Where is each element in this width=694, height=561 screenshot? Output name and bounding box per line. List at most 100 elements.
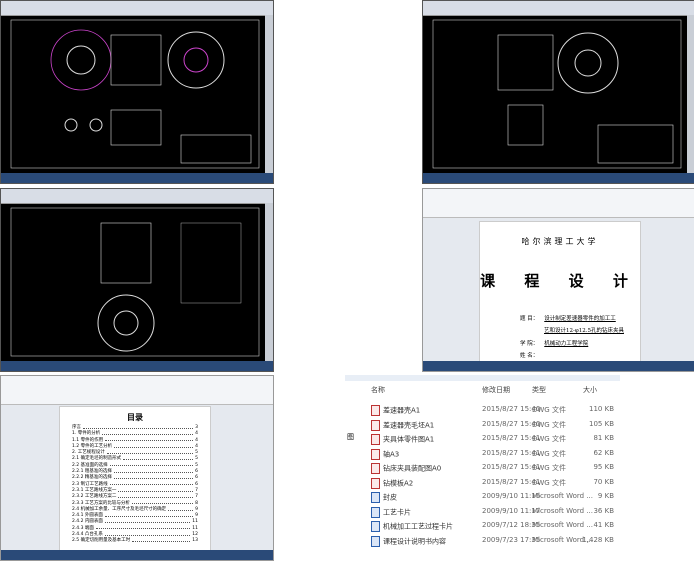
- col-name[interactable]: 名称: [371, 385, 385, 395]
- file-row[interactable]: 差速器壳毛坯A1 2015/8/27 15:40 DWG 文件 105 KB: [345, 418, 620, 432]
- cad-scrollbar[interactable]: [687, 15, 694, 173]
- toc-leader: [102, 433, 194, 435]
- file-size: 70 KB: [593, 477, 614, 486]
- toc-leader: [104, 534, 191, 536]
- file-name: 差速器壳A1: [383, 406, 421, 415]
- toc-entry[interactable]: 2.5 确定切削用量及基本工时 13: [72, 538, 198, 544]
- toc-title: 目录: [127, 413, 143, 422]
- file-name: 轴A3: [383, 450, 400, 458]
- toc-leader: [109, 465, 194, 467]
- file-size: 62 KB: [593, 448, 614, 457]
- word-window-cover: 哈尔滨理工大学 课 程 设 计 题 目： 设计制定差速器零件的加工工 艺和设计12…: [422, 188, 694, 372]
- toc-leader: [104, 522, 191, 524]
- toc-leader: [113, 478, 194, 480]
- cad-toolbar[interactable]: [1, 189, 273, 204]
- file-size: 110 KB: [589, 405, 614, 413]
- cover-row-name: 姓 名：: [520, 353, 539, 359]
- cad-drawing: [10, 207, 260, 357]
- file-type: Microsoft Word ...: [532, 506, 593, 515]
- file-size: 1,428 KB: [582, 535, 614, 544]
- file-explorer-list: 图 名称 修改日期 类型 大小 差速器壳A1 2015/8/27 15:40 D…: [345, 375, 620, 557]
- taskbar: [1, 550, 273, 560]
- toc-leader: [113, 471, 194, 473]
- file-name: 工艺卡片: [383, 508, 411, 516]
- dwg-file-icon: [371, 448, 380, 460]
- toc-leader: [132, 540, 191, 542]
- dwg-file-icon: [371, 477, 380, 489]
- cover-row-topic-2: 艺和设计12-φ12.5孔的钻床夹具: [544, 328, 624, 334]
- toc-leader: [118, 496, 194, 498]
- toc-leader: [105, 440, 194, 442]
- toc-entry-title: 2.5 确定切削用量及基本工时: [72, 538, 131, 544]
- cad-drawing: [432, 19, 682, 169]
- toc-entry-page: 13: [192, 538, 198, 544]
- cad-toolbar[interactable]: [1, 1, 273, 16]
- file-row[interactable]: 机械加工工艺过程卡片 2009/7/12 18:35 Microsoft Wor…: [345, 519, 620, 533]
- taskbar: [1, 361, 273, 371]
- doc-file-icon: [371, 492, 380, 503]
- cover-title: 课 程 设 计: [480, 272, 640, 290]
- file-row[interactable]: 工艺卡片 2009/9/10 11:17 Microsoft Word ... …: [345, 505, 620, 519]
- file-row[interactable]: 封皮 2009/9/10 11:16 Microsoft Word ... 9 …: [345, 490, 620, 504]
- file-type: DWG 文件: [532, 464, 566, 472]
- file-row[interactable]: 轴A3 2015/8/27 15:41 DWG 文件 62 KB: [345, 447, 620, 461]
- cad-window-fixture-assembly: [0, 188, 274, 372]
- toc-page: 目录 序言 3 1. 零件的分析 4 1.1 零件的作用 4 1.2 零件的工艺分析 4 2. …: [59, 406, 211, 552]
- file-size: 41 KB: [593, 521, 614, 529]
- file-type: DWG 文件: [532, 406, 566, 414]
- file-name: 机械加工工艺过程卡片: [383, 522, 453, 531]
- file-size: 9 KB: [597, 492, 614, 500]
- cad-window-differential-housing: [0, 0, 274, 184]
- toc-leader: [123, 459, 194, 461]
- dwg-file-icon: [371, 405, 380, 416]
- file-row[interactable]: 差速器壳A1 2015/8/27 15:40 DWG 文件 110 KB: [345, 403, 620, 417]
- toc-leader: [106, 452, 194, 454]
- file-type: DWG 文件: [532, 420, 566, 429]
- file-name: 课程设计说明书内容: [383, 537, 446, 545]
- col-size[interactable]: 大小: [583, 385, 597, 395]
- doc-file-icon: [371, 521, 380, 532]
- dwg-file-icon: [371, 434, 380, 445]
- doc-file-icon: [371, 535, 380, 547]
- word-ribbon[interactable]: [1, 376, 273, 405]
- taskbar: [423, 361, 694, 371]
- word-ribbon[interactable]: [423, 189, 694, 218]
- cad-toolbar[interactable]: [423, 1, 694, 16]
- file-size: 95 KB: [593, 463, 614, 471]
- toc-leader: [83, 427, 194, 429]
- file-name: 差速器壳毛坯A1: [383, 421, 435, 429]
- dwg-file-icon: [371, 463, 380, 474]
- explorer-header-bar: [345, 375, 620, 381]
- dwg-file-icon: [371, 419, 380, 431]
- toc-leader: [95, 528, 191, 530]
- col-type[interactable]: 类型: [532, 385, 546, 395]
- file-type: Microsoft Word ...: [532, 492, 593, 500]
- toc-leader: [131, 503, 194, 505]
- taskbar: [423, 173, 694, 183]
- cover-row-college: 学 院： 机械动力工程学院: [520, 341, 589, 347]
- file-row[interactable]: 课程设计说明书内容 2009/7/23 17:35 Microsoft Word…: [345, 534, 620, 548]
- file-row[interactable]: 钻床夹具装配图A0 2015/8/27 15:41 DWG 文件 95 KB: [345, 461, 620, 475]
- file-type: DWG 文件: [532, 449, 566, 458]
- toc-leader: [104, 515, 194, 517]
- file-type: DWG 文件: [532, 478, 566, 487]
- file-name: 封皮: [383, 493, 397, 502]
- toc-leader: [109, 484, 194, 486]
- file-name: 夹具体零件图A1: [383, 435, 435, 444]
- cad-scrollbar[interactable]: [265, 15, 273, 173]
- file-row[interactable]: 钻模板A2 2015/8/27 15:41 DWG 文件 70 KB: [345, 476, 620, 490]
- toc-leader: [168, 509, 194, 511]
- cad-scrollbar[interactable]: [265, 203, 273, 361]
- word-window-toc: 目录 序言 3 1. 零件的分析 4 1.1 零件的作用 4 1.2 零件的工艺分析 4 2. …: [0, 375, 274, 561]
- university-name: 哈尔滨理工大学: [521, 237, 599, 246]
- file-name: 钻床夹具装配图A0: [383, 464, 442, 473]
- file-size: 36 KB: [593, 506, 614, 515]
- cad-window-blank: [422, 0, 694, 184]
- cover-page: 哈尔滨理工大学 课 程 设 计 题 目： 设计制定差速器零件的加工工 艺和设计12…: [479, 221, 641, 363]
- col-date[interactable]: 修改日期: [482, 385, 510, 395]
- file-type: DWG 文件: [532, 435, 566, 443]
- toc-leader: [118, 490, 194, 492]
- file-row[interactable]: 夹具体零件图A1 2015/8/27 15:41 DWG 文件 81 KB: [345, 432, 620, 446]
- file-size: 105 KB: [589, 419, 614, 428]
- doc-file-icon: [371, 506, 380, 518]
